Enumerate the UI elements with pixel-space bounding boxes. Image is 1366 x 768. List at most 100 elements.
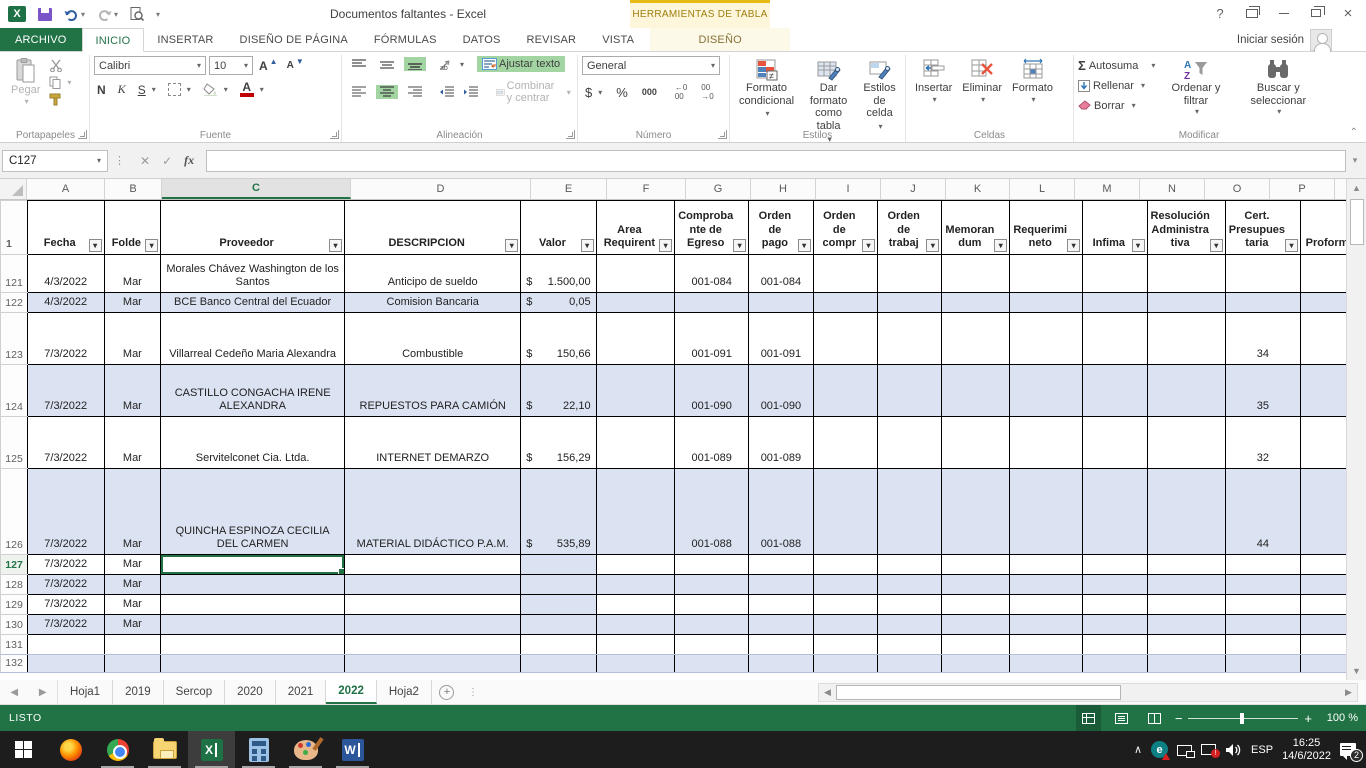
cell-D129[interactable] (345, 595, 521, 615)
cell-F130[interactable] (596, 615, 675, 635)
ribbon-tab-vista[interactable]: VISTA (589, 28, 647, 51)
undo-button[interactable]: ▾ (64, 8, 85, 21)
cell-H129[interactable] (749, 595, 813, 615)
decrease-decimal-icon[interactable]: 00→0 (698, 82, 716, 102)
clock[interactable]: 16:25 14/6/2022 (1282, 737, 1331, 763)
cell-I122[interactable] (813, 293, 877, 313)
ribbon-tab-fórmulas[interactable]: FÓRMULAS (361, 28, 450, 51)
cell-B121[interactable]: Mar (104, 255, 161, 293)
cell-C125[interactable]: Servitelconet Cia. Ltda. (161, 417, 345, 469)
cell-D124[interactable]: REPUESTOS PARA CAMIÓN (345, 365, 521, 417)
sheet-tab-2019[interactable]: 2019 (113, 680, 164, 704)
cell-B128[interactable]: Mar (104, 575, 161, 595)
sheet-nav-left-icon[interactable]: ◀ (10, 687, 18, 698)
sheet-nav-right-icon[interactable]: ▶ (39, 687, 47, 698)
cell-E124[interactable]: $22,10 (521, 365, 596, 417)
align-left-icon[interactable] (348, 85, 370, 99)
cell-N130[interactable] (1147, 615, 1225, 635)
cell-B132[interactable] (104, 655, 161, 673)
cell-M121[interactable] (1083, 255, 1147, 293)
taskbar-chrome-button[interactable] (94, 731, 141, 768)
column-header-E[interactable]: E (531, 179, 607, 199)
cell-H128[interactable] (749, 575, 813, 595)
cell-L124[interactable] (1010, 365, 1083, 417)
cell-I124[interactable] (813, 365, 877, 417)
cell-I127[interactable] (813, 555, 877, 575)
increase-decimal-icon[interactable]: ←000 (672, 82, 690, 102)
ribbon-tab-diseño-de-página[interactable]: DISEÑO DE PÁGINA (227, 28, 361, 51)
filter-button[interactable]: ▾ (733, 239, 746, 252)
cell-N125[interactable] (1147, 417, 1225, 469)
cell-F121[interactable] (596, 255, 675, 293)
cell-C126[interactable]: QUINCHA ESPINOZA CECILIA DEL CARMEN (161, 469, 345, 555)
cell-L129[interactable] (1010, 595, 1083, 615)
cell-D128[interactable] (345, 575, 521, 595)
cell-O122[interactable] (1225, 293, 1300, 313)
cell-G132[interactable] (675, 655, 749, 673)
cell-H124[interactable]: 001-090 (749, 365, 813, 417)
cell-C131[interactable] (161, 635, 345, 655)
cell-N124[interactable] (1147, 365, 1225, 417)
fill-button[interactable]: Rellenar▾ (1078, 76, 1155, 95)
find-select-button[interactable]: Buscar y seleccionar▾ (1237, 56, 1320, 118)
new-sheet-button[interactable]: + (432, 680, 462, 704)
taskbar-word-button[interactable]: W (329, 731, 376, 768)
horizontal-scrollbar[interactable]: ◀ ▶ (818, 683, 1358, 702)
cell-F127[interactable] (596, 555, 675, 575)
cell-I125[interactable] (813, 417, 877, 469)
header-cell-O1[interactable]: Cert. Presupues taria▾ (1225, 201, 1300, 255)
clear-button[interactable]: Borrar▾ (1078, 96, 1155, 115)
cell-M132[interactable] (1083, 655, 1147, 673)
page-break-view-button[interactable] (1142, 705, 1167, 731)
scroll-right-icon[interactable]: ▶ (1340, 687, 1357, 698)
cell-E128[interactable] (521, 575, 596, 595)
cell-G122[interactable] (675, 293, 749, 313)
sheet-tab-2021[interactable]: 2021 (276, 680, 327, 704)
header-cell-F1[interactable]: Area Requirent▾ (596, 201, 675, 255)
taskbar-start-button[interactable] (0, 731, 47, 768)
sheet-tab-2020[interactable]: 2020 (225, 680, 276, 704)
cell-E131[interactable] (521, 635, 596, 655)
row-header-123[interactable]: 123 (1, 313, 28, 365)
cell-H132[interactable] (749, 655, 813, 673)
name-box[interactable]: C127▾ (2, 150, 108, 172)
cell-N121[interactable] (1147, 255, 1225, 293)
row-header-1[interactable]: 1 (1, 201, 28, 255)
cell-A129[interactable]: 7/3/2022 (27, 595, 104, 615)
cell-O130[interactable] (1225, 615, 1300, 635)
cell-O127[interactable] (1225, 555, 1300, 575)
cell-J127[interactable] (878, 555, 942, 575)
column-header-F[interactable]: F (607, 179, 686, 199)
wrap-text-button[interactable]: Ajustar texto (477, 56, 565, 72)
cell-K122[interactable] (942, 293, 1010, 313)
cell-G124[interactable]: 001-090 (675, 365, 749, 417)
cell-C127[interactable] (161, 555, 345, 575)
cell-F122[interactable] (596, 293, 675, 313)
vertical-scrollbar[interactable]: ▲ ▼ (1346, 179, 1366, 680)
column-header-I[interactable]: I (816, 179, 881, 199)
user-avatar[interactable] (1310, 29, 1332, 51)
cell-C121[interactable]: Morales Chávez Washington de los Santos (161, 255, 345, 293)
cell-N122[interactable] (1147, 293, 1225, 313)
cell-A131[interactable] (27, 635, 104, 655)
column-header-D[interactable]: D (351, 179, 531, 199)
horizontal-scroll-thumb[interactable] (836, 685, 1121, 700)
cell-A124[interactable]: 7/3/2022 (27, 365, 104, 417)
row-header-126[interactable]: 126 (1, 469, 28, 555)
cell-O126[interactable]: 44 (1225, 469, 1300, 555)
cell-C132[interactable] (161, 655, 345, 673)
cell-B122[interactable]: Mar (104, 293, 161, 313)
cell-K124[interactable] (942, 365, 1010, 417)
format-painter-icon[interactable] (49, 93, 62, 106)
cell-C130[interactable] (161, 615, 345, 635)
cell-J128[interactable] (878, 575, 942, 595)
cell-L131[interactable] (1010, 635, 1083, 655)
row-header-127[interactable]: 127 (1, 555, 28, 575)
cell-H131[interactable] (749, 635, 813, 655)
customize-qat-icon[interactable]: ▾ (156, 10, 160, 19)
underline-button[interactable]: S▾ (135, 82, 159, 98)
row-header-122[interactable]: 122 (1, 293, 28, 313)
sign-in-link[interactable]: Iniciar sesión (1237, 28, 1304, 52)
ribbon-tab-inicio[interactable]: INICIO (82, 28, 145, 52)
row-header-124[interactable]: 124 (1, 365, 28, 417)
